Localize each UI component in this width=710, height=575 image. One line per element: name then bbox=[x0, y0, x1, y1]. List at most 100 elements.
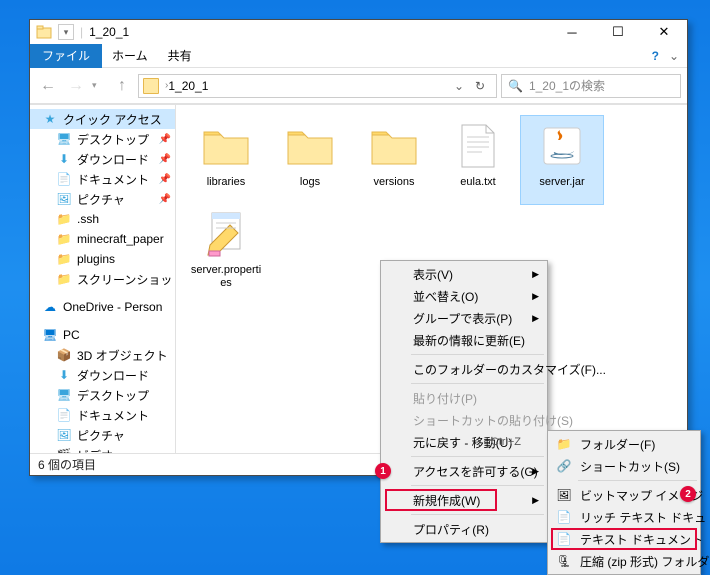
sidebar-item[interactable]: 🖼ピクチャ bbox=[30, 425, 175, 445]
zip-icon: 🗜 bbox=[556, 553, 572, 569]
folder-icon bbox=[284, 120, 336, 172]
menu-item[interactable]: 元に戻す - 移動(U)Ctrl+Z bbox=[383, 431, 545, 453]
download-icon: ⬇ bbox=[56, 151, 72, 167]
folder-icon: 📁 bbox=[56, 251, 72, 267]
minimize-button[interactable]: ─ bbox=[549, 20, 595, 44]
file-item[interactable]: versions bbox=[352, 115, 436, 205]
document-icon: 📄 bbox=[56, 171, 72, 187]
maximize-button[interactable]: ☐ bbox=[595, 20, 641, 44]
sidebar-item[interactable]: 📁minecraft_paper bbox=[30, 229, 175, 249]
tab-home[interactable]: ホーム bbox=[102, 44, 158, 67]
quick-access-toolbar-icon[interactable]: ▾ bbox=[58, 24, 74, 40]
window-title: 1_20_1 bbox=[89, 25, 129, 39]
file-name: server.properties bbox=[189, 264, 263, 290]
menu-item[interactable]: グループで表示(P)▶ bbox=[383, 307, 545, 329]
annotation-badge: 2 bbox=[680, 486, 696, 502]
sidebar-item[interactable]: ⬇ダウンロード bbox=[30, 365, 175, 385]
file-item[interactable]: libraries bbox=[184, 115, 268, 205]
document-icon: 📄 bbox=[56, 407, 72, 423]
chevron-right-icon: ▶ bbox=[532, 495, 539, 506]
properties-icon bbox=[200, 210, 252, 260]
menu-separator bbox=[411, 383, 544, 384]
recent-locations-icon[interactable]: ▾ bbox=[92, 80, 106, 91]
titlebar: ▾ | 1_20_1 ─ ☐ ✕ bbox=[30, 20, 687, 44]
file-name: libraries bbox=[207, 176, 246, 189]
forward-button[interactable]: → bbox=[64, 74, 88, 98]
star-icon: ★ bbox=[42, 111, 58, 127]
menu-item[interactable]: 🗜圧縮 (zip 形式) フォルダー bbox=[550, 550, 698, 572]
menu-item[interactable]: アクセスを許可する(G)▶ bbox=[383, 460, 545, 482]
annotation-badge: 1 bbox=[375, 463, 391, 479]
sidebar-item[interactable]: 🖥デスクトップ bbox=[30, 385, 175, 405]
menu-item[interactable]: 📄リッチ テキスト ドキュ bbox=[550, 506, 698, 528]
search-input[interactable]: 🔍 1_20_1の検索 bbox=[501, 74, 681, 98]
shortcut-label: Ctrl+Z bbox=[491, 436, 521, 448]
menu-item[interactable]: 🔗ショートカット(S) bbox=[550, 455, 698, 477]
file-item[interactable]: server.properties bbox=[184, 205, 268, 295]
chevron-right-icon: ▶ bbox=[532, 269, 539, 280]
sidebar-item[interactable]: ⬇ダウンロード📌 bbox=[30, 149, 175, 169]
ribbon-tabs: ファイル ホーム 共有 ⌄ ? bbox=[30, 44, 687, 68]
menu-item[interactable]: 表示(V)▶ bbox=[383, 263, 545, 285]
picture-icon: 🖼 bbox=[56, 191, 72, 207]
pc-icon: 🖥 bbox=[42, 327, 58, 343]
close-button[interactable]: ✕ bbox=[641, 20, 687, 44]
file-item[interactable]: logs bbox=[268, 115, 352, 205]
tab-file[interactable]: ファイル bbox=[30, 44, 102, 68]
chevron-right-icon: ▶ bbox=[532, 313, 539, 324]
folder-icon: 📁 bbox=[56, 231, 72, 247]
context-menu-new: 📁フォルダー(F)🔗ショートカット(S) 🖼ビットマップ イメージ📄リッチ テキス… bbox=[547, 430, 701, 575]
menu-item[interactable]: 📁フォルダー(F) bbox=[550, 433, 698, 455]
menu-item[interactable]: プロパティ(R) bbox=[383, 518, 545, 540]
txt-icon: 📄 bbox=[556, 531, 572, 547]
menu-item[interactable]: 並べ替え(O)▶ bbox=[383, 285, 545, 307]
sidebar-onedrive[interactable]: ☁OneDrive - Person bbox=[30, 297, 175, 317]
back-button[interactable]: ← bbox=[36, 74, 60, 98]
menu-item[interactable]: 新規作成(W)▶ bbox=[383, 489, 545, 511]
address-input[interactable]: › 1_20_1 ⌄ ↻ bbox=[138, 74, 497, 98]
desktop-icon: 🖥 bbox=[56, 131, 72, 147]
sidebar-item[interactable]: 📁スクリーンショット bbox=[30, 269, 175, 289]
sidebar-pc[interactable]: 🖥PC bbox=[30, 325, 175, 345]
file-name: versions bbox=[374, 176, 415, 189]
bmp-icon: 🖼 bbox=[556, 487, 572, 503]
menu-item[interactable]: このフォルダーのカスタマイズ(F)... bbox=[383, 358, 545, 380]
menu-item[interactable]: 📄テキスト ドキュメント bbox=[550, 528, 698, 550]
sidebar-item[interactable]: 📁.ssh bbox=[30, 209, 175, 229]
sidebar-item[interactable]: 📄ドキュメント📌 bbox=[30, 169, 175, 189]
menu-separator bbox=[411, 514, 544, 515]
jar-icon bbox=[536, 120, 588, 172]
file-name: eula.txt bbox=[460, 176, 495, 189]
file-item[interactable]: server.jar bbox=[520, 115, 604, 205]
tab-share[interactable]: 共有 bbox=[158, 44, 202, 67]
sidebar-item[interactable]: 📦3D オブジェクト bbox=[30, 345, 175, 365]
sidebar-item[interactable]: 🎬ビデオ bbox=[30, 445, 175, 453]
picture-icon: 🖼 bbox=[56, 427, 72, 443]
menu-item: 貼り付け(P) bbox=[383, 387, 545, 409]
sidebar-item[interactable]: 🖥デスクトップ📌 bbox=[30, 129, 175, 149]
item-count: 6 個の項目 bbox=[38, 456, 96, 473]
chevron-right-icon: ▶ bbox=[532, 291, 539, 302]
sidebar-item[interactable]: 📄ドキュメント bbox=[30, 405, 175, 425]
breadcrumb[interactable]: 1_20_1 bbox=[168, 79, 208, 93]
search-placeholder: 1_20_1の検索 bbox=[529, 77, 605, 94]
rtf-icon: 📄 bbox=[556, 509, 572, 525]
file-item[interactable]: eula.txt bbox=[436, 115, 520, 205]
txt-icon bbox=[452, 120, 504, 172]
search-icon: 🔍 bbox=[508, 79, 523, 93]
help-icon[interactable]: ? bbox=[652, 49, 659, 63]
up-button[interactable]: ↑ bbox=[110, 74, 134, 98]
sidebar-item[interactable]: 🖼ピクチャ📌 bbox=[30, 189, 175, 209]
sidebar-quick-access[interactable]: ★クイック アクセス bbox=[30, 109, 175, 129]
menu-item[interactable]: 🖼ビットマップ イメージ bbox=[550, 484, 698, 506]
expand-ribbon-icon[interactable]: ⌄ bbox=[669, 49, 679, 63]
file-name: logs bbox=[300, 176, 320, 189]
sidebar-item[interactable]: 📁plugins bbox=[30, 249, 175, 269]
refresh-icon[interactable]: ↻ bbox=[468, 79, 492, 93]
folder-icon bbox=[200, 120, 252, 172]
explorer-window: ▾ | 1_20_1 ─ ☐ ✕ ファイル ホーム 共有 ⌄ ? ← → ▾ ↑… bbox=[29, 19, 688, 476]
menu-item: ショートカットの貼り付け(S) bbox=[383, 409, 545, 431]
menu-item[interactable]: 最新の情報に更新(E) bbox=[383, 329, 545, 351]
file-name: server.jar bbox=[539, 176, 584, 189]
chevron-down-icon[interactable]: ⌄ bbox=[450, 79, 468, 93]
